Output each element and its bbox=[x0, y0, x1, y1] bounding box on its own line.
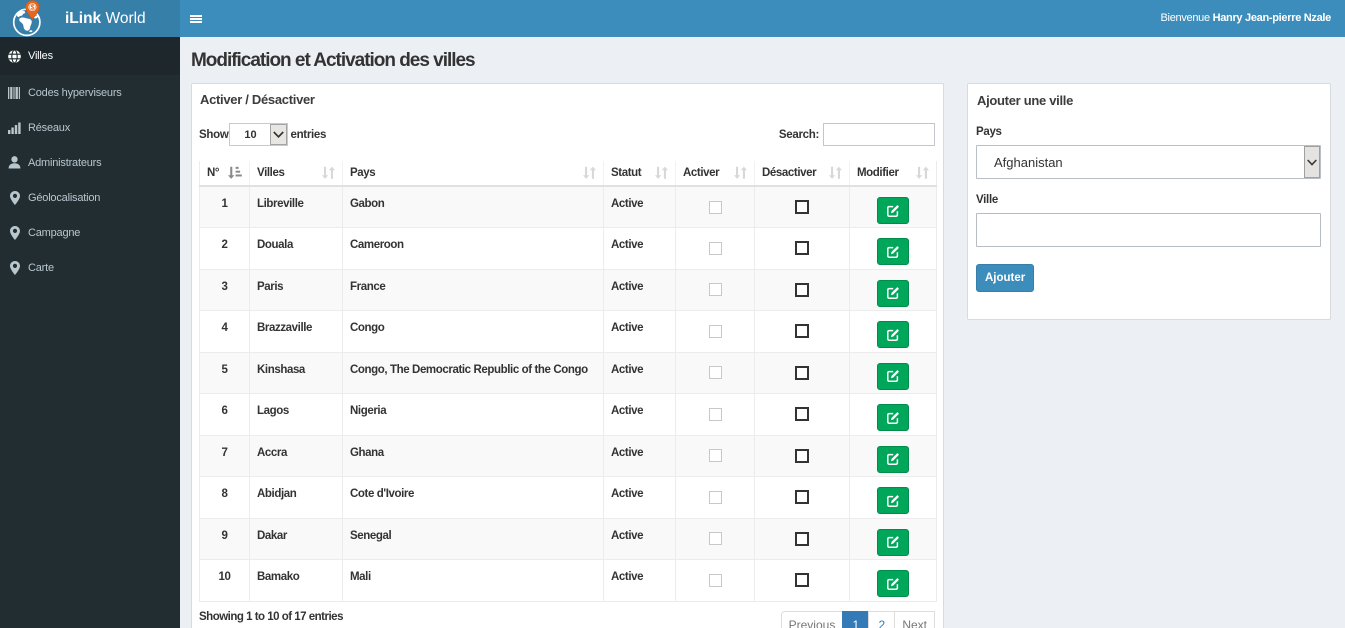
svg-text:$: $ bbox=[30, 5, 34, 12]
